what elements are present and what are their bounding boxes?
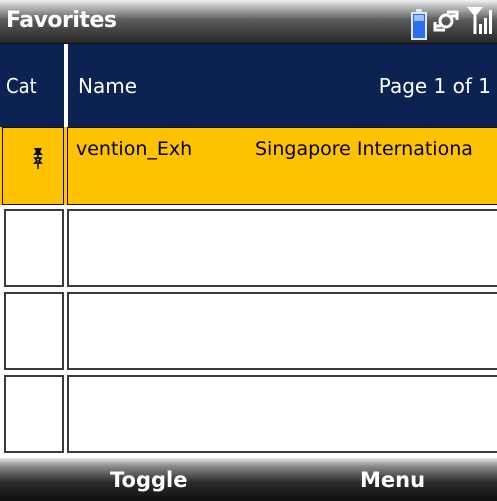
column-header-cat[interactable]: Cat (6, 74, 37, 98)
list-item[interactable] (0, 209, 497, 287)
name-cell[interactable] (67, 375, 497, 453)
category-cell[interactable] (2, 127, 64, 205)
category-cell[interactable] (4, 209, 64, 287)
softkey-bar: Toggle Menu (0, 458, 497, 501)
status-icons (411, 4, 493, 40)
pushpin-icon (33, 148, 43, 169)
connection-icon[interactable] (431, 6, 461, 40)
battery-icon[interactable] (411, 9, 427, 40)
signal-icon[interactable] (465, 4, 493, 40)
name-cell[interactable] (67, 209, 497, 287)
menu-softkey[interactable]: Menu (360, 468, 425, 492)
list-header: Cat Name Page 1 of 1 (0, 44, 497, 127)
column-header-name[interactable]: Name (78, 74, 137, 98)
list-item[interactable] (0, 292, 497, 370)
category-cell[interactable] (4, 292, 64, 370)
category-cell[interactable] (4, 375, 64, 453)
column-divider (64, 44, 68, 127)
favorite-name: vention_Exh (76, 138, 193, 160)
page-indicator: Page 1 of 1 (378, 74, 491, 98)
list-item[interactable] (0, 375, 497, 453)
title-bar: Favorites (0, 0, 497, 44)
page-title: Favorites (6, 8, 117, 33)
name-cell[interactable]: vention_Exh Singapore Internationa (67, 127, 497, 205)
name-cell[interactable] (67, 292, 497, 370)
favorite-location: Singapore Internationa (255, 138, 473, 160)
list-item-selected[interactable]: vention_Exh Singapore Internationa (0, 127, 497, 205)
toggle-softkey[interactable]: Toggle (110, 468, 187, 492)
